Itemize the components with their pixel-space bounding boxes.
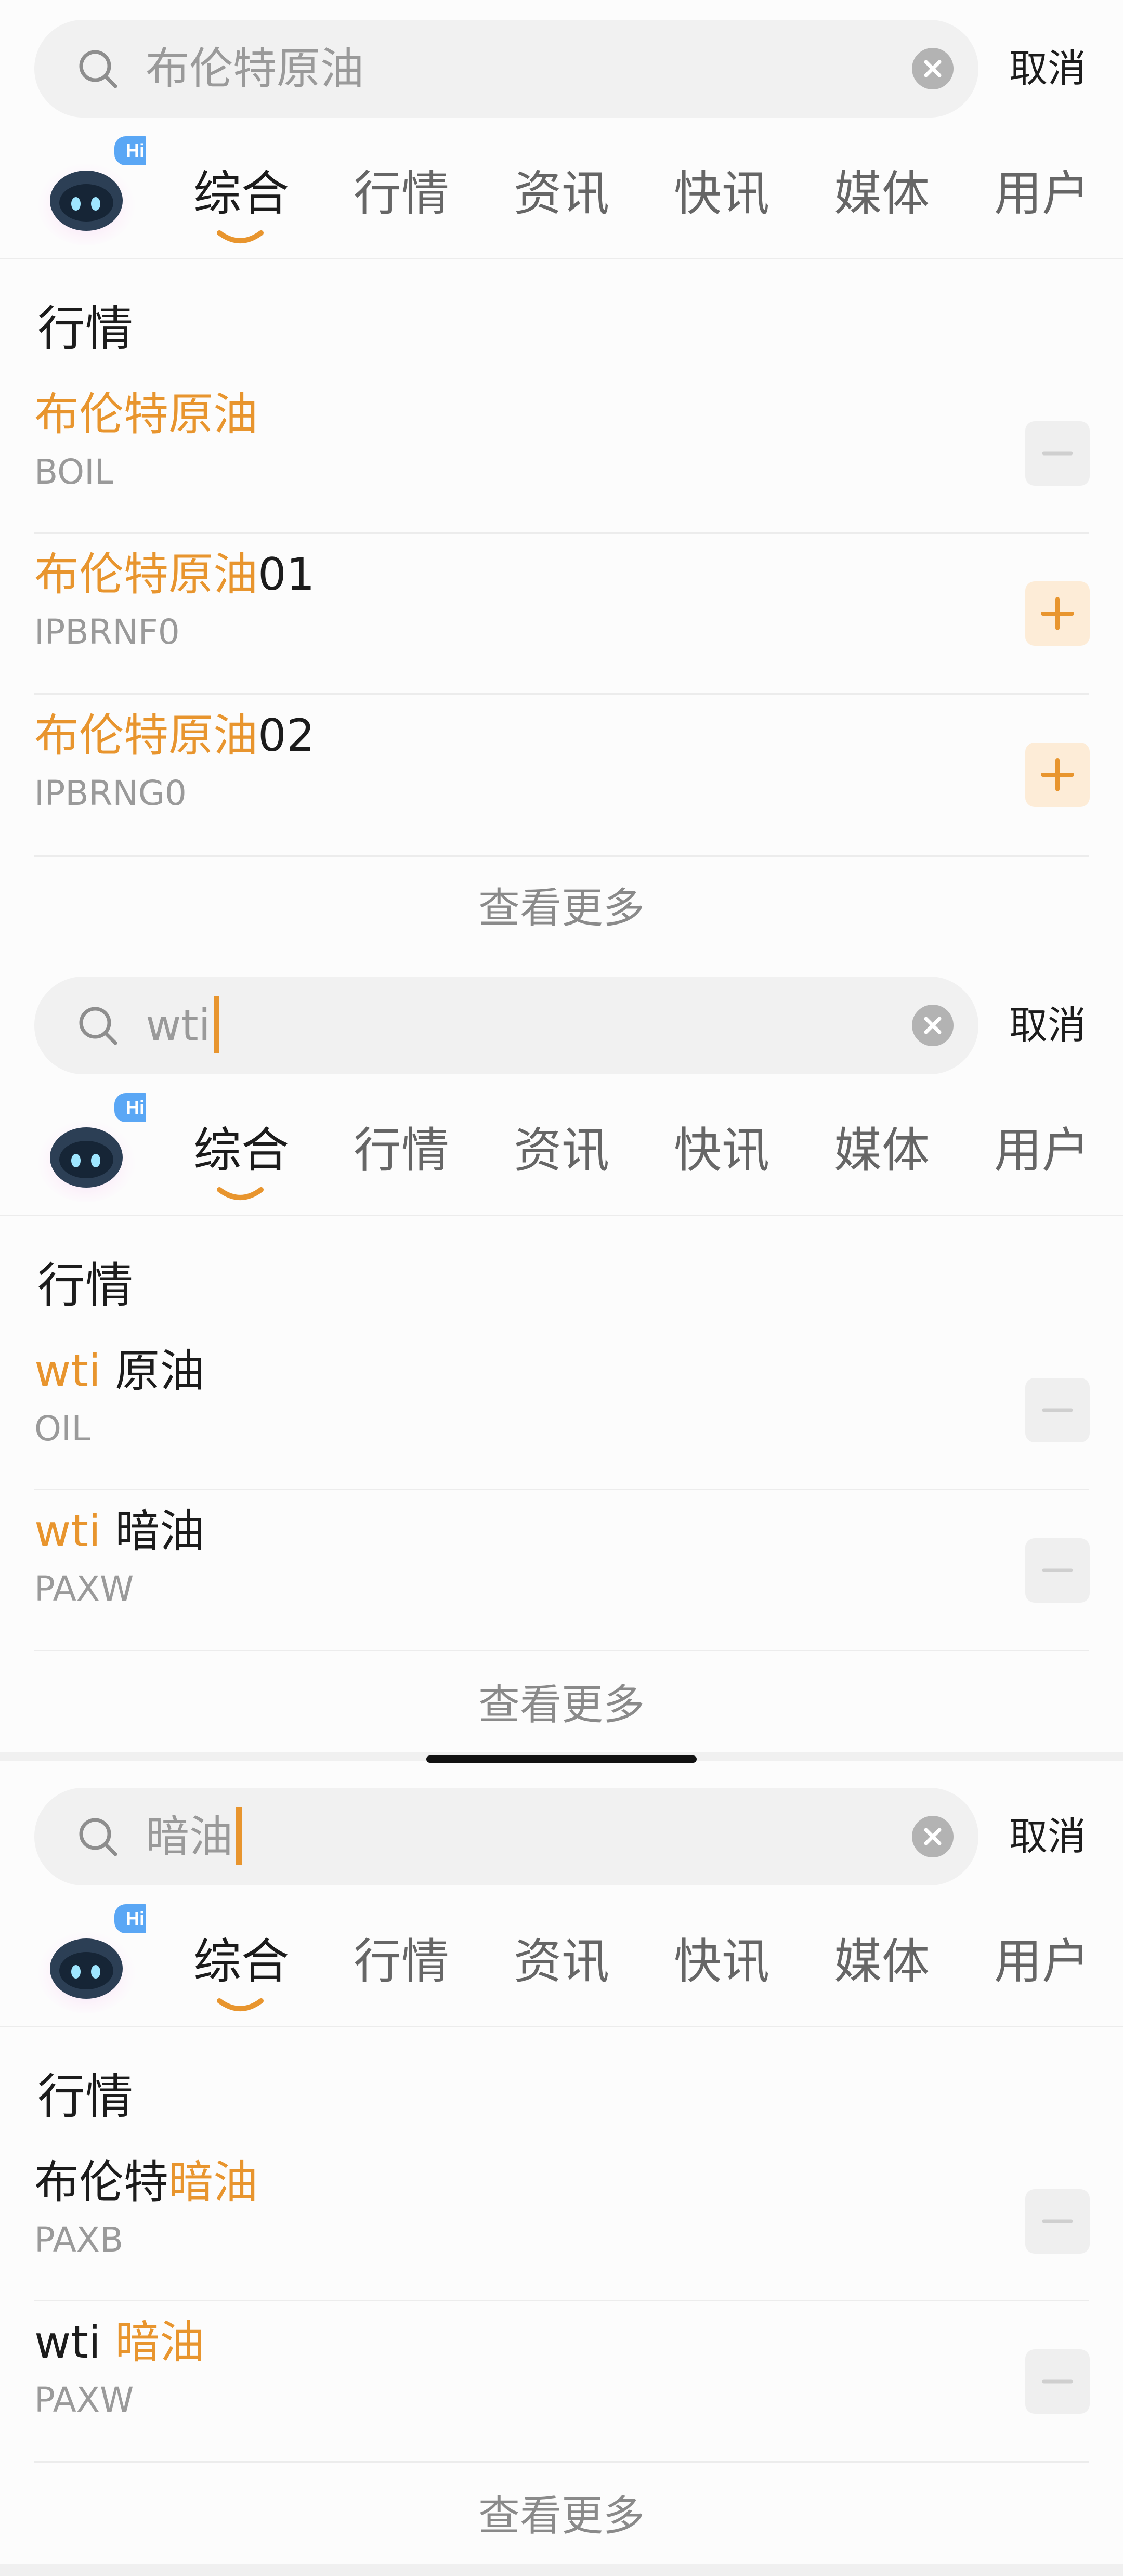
remove-watchlist-button[interactable] — [1025, 1378, 1090, 1442]
search-panel-2: wti 取消 Hi 综合 行情 资讯 快讯 媒体 用户 行情 wti 原油 OI… — [0, 957, 1123, 1752]
search-value: 布伦特原油 — [146, 43, 364, 94]
quote-name: wti 暗油 — [34, 2317, 205, 2369]
clear-icon[interactable] — [912, 1005, 954, 1046]
tab-media[interactable]: 媒体 — [834, 1122, 930, 1179]
see-more-button[interactable]: 查看更多 — [0, 1671, 1123, 1732]
section-title: 行情 — [37, 301, 134, 357]
tab-overview[interactable]: 综合 — [193, 1933, 289, 2011]
assistant-badge: Hi — [126, 1908, 145, 1929]
clear-icon[interactable] — [912, 48, 954, 89]
search-value: wti — [146, 977, 219, 1074]
tab-overview[interactable]: 综合 — [193, 165, 289, 243]
tab-overview[interactable]: 综合 — [193, 1122, 289, 1200]
minus-icon — [1042, 451, 1073, 456]
search-icon — [79, 1818, 117, 1856]
remove-watchlist-button[interactable] — [1025, 2189, 1090, 2254]
tab-quotes[interactable]: 行情 — [354, 1933, 449, 1990]
tab-flash[interactable]: 快讯 — [674, 165, 769, 223]
active-tab-indicator — [217, 1187, 264, 1200]
add-watchlist-button[interactable] — [1025, 581, 1090, 646]
assistant-robot-icon[interactable]: Hi — [31, 1085, 146, 1204]
search-value: 暗油 — [146, 1788, 242, 1885]
active-tab-indicator — [217, 1998, 264, 2011]
divider — [34, 2461, 1089, 2463]
tab-users[interactable]: 用户 — [994, 1122, 1090, 1179]
tab-news[interactable]: 资讯 — [514, 165, 609, 223]
cancel-button[interactable]: 取消 — [993, 977, 1102, 1074]
search-input[interactable]: 暗油 — [34, 1788, 978, 1885]
remove-watchlist-button[interactable] — [1025, 1538, 1090, 1603]
tab-bar: Hi 综合 行情 资讯 快讯 媒体 用户 — [0, 1896, 1123, 2027]
tab-bar: Hi 综合 行情 资讯 快讯 媒体 用户 — [0, 128, 1123, 259]
see-more-button[interactable]: 查看更多 — [0, 875, 1123, 935]
plus-icon — [1041, 597, 1074, 630]
search-panel-1: 布伦特原油 取消 Hi 综合 行情 资讯 快讯 媒体 用户 行情 布伦特原油 B… — [0, 0, 1123, 957]
search-input[interactable]: 布伦特原油 — [34, 20, 978, 118]
minus-icon — [1042, 2219, 1073, 2223]
text-caret — [236, 1807, 242, 1865]
remove-watchlist-button[interactable] — [1025, 2349, 1090, 2414]
active-tab-indicator — [217, 230, 264, 243]
list-item[interactable]: wti 原油 OIL — [0, 1330, 1123, 1490]
quote-name: wti 暗油 — [34, 1505, 205, 1557]
search-input[interactable]: wti — [34, 977, 978, 1074]
remove-watchlist-button[interactable] — [1025, 421, 1090, 486]
tab-news[interactable]: 资讯 — [514, 1122, 609, 1179]
tab-users[interactable]: 用户 — [994, 1933, 1090, 1990]
text-caret — [213, 996, 219, 1054]
quote-name: 布伦特原油01 — [34, 549, 315, 601]
search-icon — [79, 1007, 117, 1045]
list-item[interactable]: 布伦特暗油 PAXB — [0, 2141, 1123, 2301]
quote-name: 布伦特原油 — [34, 388, 258, 440]
panel-gap — [0, 2564, 1123, 2576]
tab-quotes[interactable]: 行情 — [354, 1122, 449, 1179]
minus-icon — [1042, 1408, 1073, 1412]
tab-news[interactable]: 资讯 — [514, 1933, 609, 1990]
divider — [34, 1650, 1089, 1651]
quote-name: 布伦特原油02 — [34, 710, 315, 762]
quote-name: wti 原油 — [34, 1345, 205, 1397]
tab-bar: Hi 综合 行情 资讯 快讯 媒体 用户 — [0, 1085, 1123, 1216]
assistant-badge: Hi — [126, 140, 145, 161]
quote-code: IPBRNF0 — [34, 612, 180, 652]
section-title: 行情 — [37, 2069, 134, 2125]
see-more-button[interactable]: 查看更多 — [0, 2482, 1123, 2543]
list-item[interactable]: wti 暗油 PAXW — [0, 1490, 1123, 1651]
list-item[interactable]: 布伦特原油02 IPBRNG0 — [0, 695, 1123, 857]
home-indicator — [426, 1755, 697, 1763]
assistant-robot-icon[interactable]: Hi — [31, 128, 146, 248]
plus-icon — [1041, 758, 1074, 791]
quote-code: OIL — [34, 1409, 91, 1449]
list-item[interactable]: 布伦特原油01 IPBRNF0 — [0, 534, 1123, 695]
list-item[interactable]: 布伦特原油 BOIL — [0, 373, 1123, 534]
quote-code: IPBRNG0 — [34, 773, 187, 813]
section-title: 行情 — [37, 1258, 134, 1313]
quote-code: PAXB — [34, 2220, 124, 2260]
tab-flash[interactable]: 快讯 — [674, 1122, 769, 1179]
clear-icon[interactable] — [912, 1816, 954, 1857]
quote-name: 布伦特暗油 — [34, 2156, 258, 2208]
cancel-button[interactable]: 取消 — [993, 1788, 1102, 1885]
search-icon — [79, 50, 117, 88]
quote-code: PAXW — [34, 2380, 134, 2420]
quote-code: PAXW — [34, 1569, 134, 1609]
tab-quotes[interactable]: 行情 — [354, 165, 449, 223]
minus-icon — [1042, 1568, 1073, 1572]
assistant-badge: Hi — [126, 1097, 145, 1118]
add-watchlist-button[interactable] — [1025, 743, 1090, 807]
divider — [34, 855, 1089, 857]
tab-flash[interactable]: 快讯 — [674, 1933, 769, 1990]
cancel-button[interactable]: 取消 — [993, 20, 1102, 118]
assistant-robot-icon[interactable]: Hi — [31, 1896, 146, 2015]
tab-media[interactable]: 媒体 — [834, 1933, 930, 1990]
minus-icon — [1042, 2379, 1073, 2384]
tab-media[interactable]: 媒体 — [834, 165, 930, 223]
tab-users[interactable]: 用户 — [994, 165, 1090, 223]
search-panel-3: 暗油 取消 Hi 综合 行情 资讯 快讯 媒体 用户 行情 布伦特暗油 PAXB… — [0, 1768, 1123, 2564]
quote-code: BOIL — [34, 452, 114, 492]
list-item[interactable]: wti 暗油 PAXW — [0, 2301, 1123, 2463]
